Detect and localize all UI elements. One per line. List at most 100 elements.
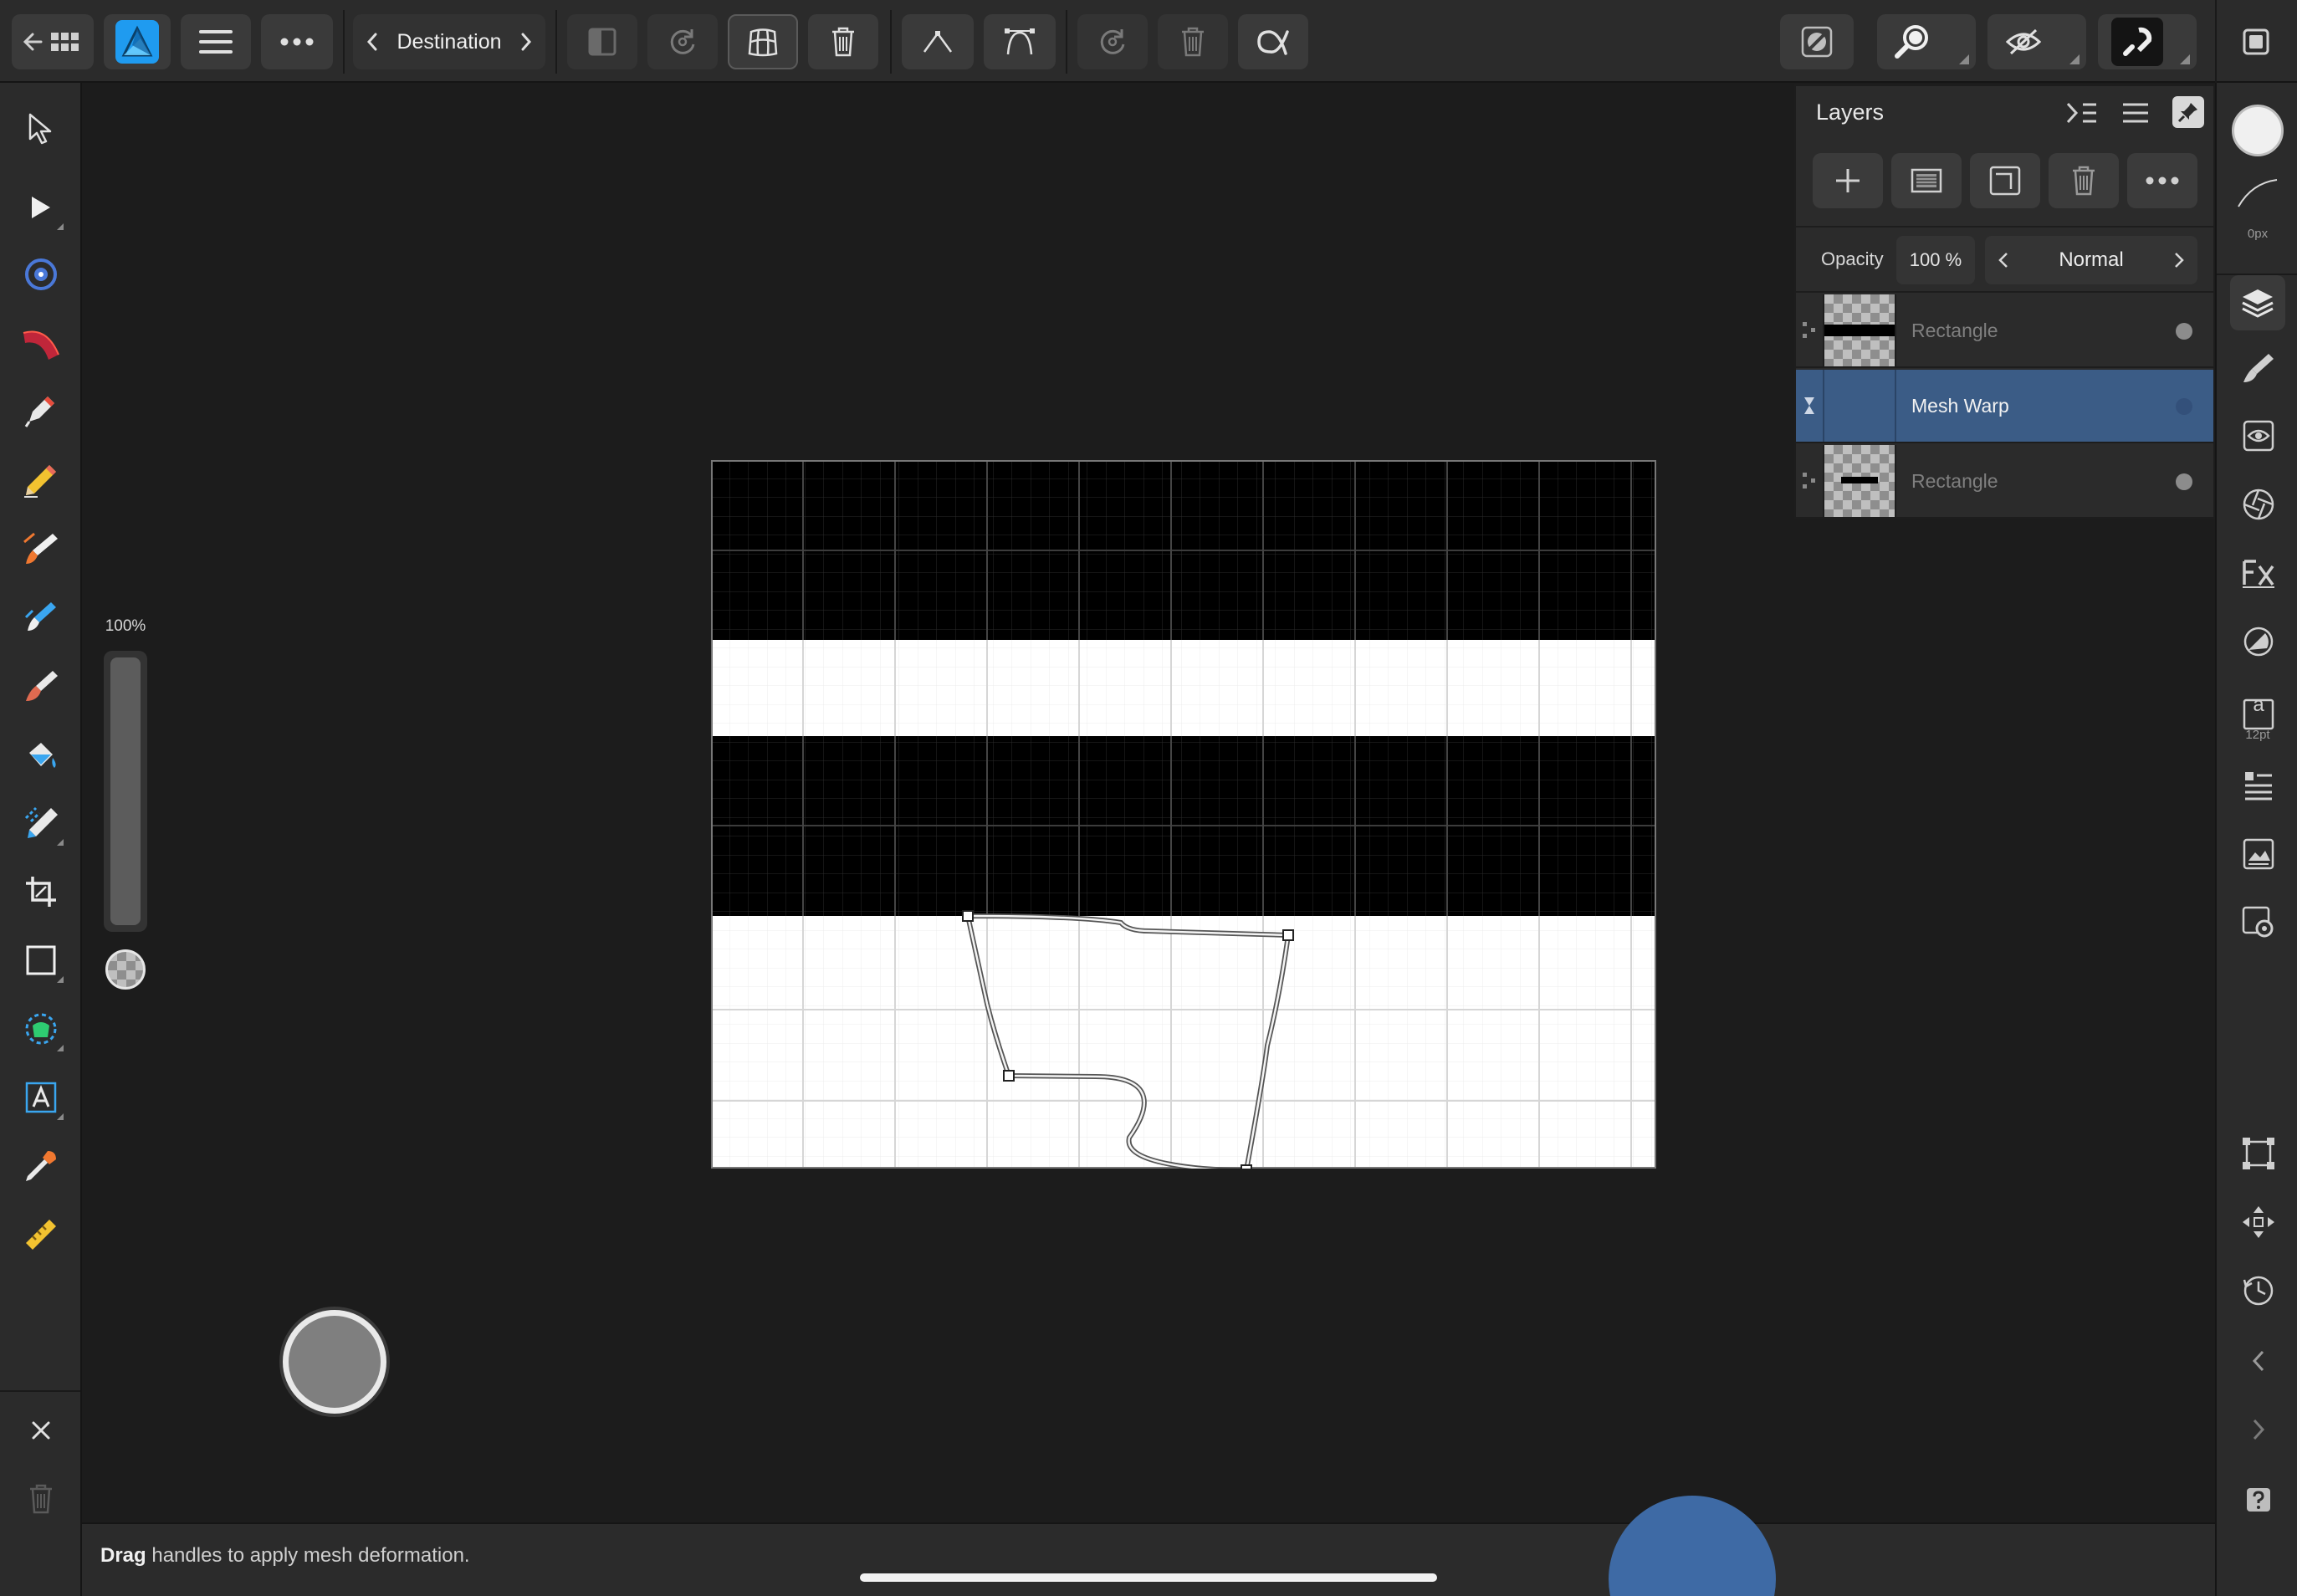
pencil-tool[interactable]: [17, 456, 65, 504]
view-tool[interactable]: [17, 250, 65, 299]
layer-row[interactable]: Rectangle: [1796, 445, 2213, 519]
layer-row[interactable]: Rectangle: [1796, 294, 2213, 368]
color-picker-tool[interactable]: [17, 1142, 65, 1190]
navigator-studio-tab[interactable]: [2235, 831, 2282, 877]
touch-modifier-button[interactable]: [283, 1310, 386, 1414]
layer-visibility-dot[interactable]: [2176, 473, 2192, 490]
tool-flyout-corner: [57, 223, 64, 230]
blend-mode-selector[interactable]: Normal: [1985, 236, 2197, 284]
view-sphere-icon: [25, 258, 57, 290]
effects-studio-tab[interactable]: [2235, 481, 2282, 528]
dropdown-corner: [1959, 54, 1969, 64]
stock-studio-tab[interactable]: [2235, 762, 2282, 809]
panel-menu-button[interactable]: [2119, 98, 2152, 128]
fill-brush-tool[interactable]: [17, 593, 65, 642]
help-button[interactable]: [2235, 1476, 2282, 1523]
delete-node-button[interactable]: [1158, 14, 1228, 69]
stroke-width-icon[interactable]: [2235, 176, 2280, 210]
pen-tool[interactable]: [17, 387, 65, 436]
warp-tool[interactable]: [17, 319, 65, 367]
hamburger-menu-icon: [2123, 103, 2148, 123]
rectangle-tool[interactable]: [17, 936, 65, 985]
history-studio-tab[interactable]: [2235, 1267, 2282, 1314]
collapse-panel-button[interactable]: [2065, 98, 2099, 128]
transparency-swatch[interactable]: [105, 949, 146, 990]
alpha-button[interactable]: [1238, 14, 1308, 69]
styles-circle-icon: [2243, 627, 2274, 657]
transform-studio-tab[interactable]: [2235, 1130, 2282, 1177]
magnifier-icon: [1895, 25, 1928, 59]
hamburger-menu-icon: [199, 30, 233, 54]
crop-icon: [26, 877, 56, 907]
undo-button[interactable]: [2235, 1338, 2282, 1384]
node-tool[interactable]: [17, 183, 65, 232]
crop-tool[interactable]: [17, 867, 65, 916]
flood-fill-tool[interactable]: [17, 730, 65, 779]
delete-mesh-button[interactable]: [808, 14, 878, 69]
quick-mask-button[interactable]: [1780, 14, 1854, 69]
move-studio-tab[interactable]: [2235, 1199, 2282, 1246]
adjustments-studio-tab[interactable]: [2235, 412, 2282, 459]
more-options-button[interactable]: [261, 14, 333, 69]
affinity-photo-logo-button[interactable]: [104, 14, 171, 69]
delete-button[interactable]: [17, 1475, 65, 1523]
back-to-gallery-button[interactable]: [12, 14, 94, 69]
mesh-handle[interactable]: [962, 910, 974, 922]
snapping-button[interactable]: [2098, 14, 2197, 69]
affinity-photo-logo-icon: [115, 20, 159, 64]
vector-brush-icon: [23, 532, 58, 564]
layer-row-selected[interactable]: Mesh Warp: [1796, 370, 2213, 443]
chevron-left-icon: [366, 33, 377, 51]
settings-studio-tab[interactable]: [2235, 899, 2282, 946]
fx-studio-tab[interactable]: [2235, 550, 2282, 596]
move-tool[interactable]: [17, 105, 65, 153]
styles-studio-tab[interactable]: [2235, 618, 2282, 665]
destination-source-toggle[interactable]: Destination: [353, 14, 545, 69]
measure-tool[interactable]: [17, 1210, 65, 1259]
smooth-node-button[interactable]: [984, 14, 1056, 69]
show-source-button[interactable]: [567, 14, 637, 69]
tool-flyout-corner: [57, 839, 64, 846]
sharp-node-button[interactable]: [902, 14, 974, 69]
layer-type-icon: [1803, 322, 1815, 338]
mesh-handle[interactable]: [1282, 929, 1294, 941]
duplicate-layer-button[interactable]: [1970, 153, 2040, 208]
duplicate-icon: [1989, 166, 2021, 196]
assistant-button[interactable]: [1987, 14, 2086, 69]
brushes-studio-tab[interactable]: [2235, 344, 2282, 391]
view-zoom-button[interactable]: [1877, 14, 1976, 69]
trash-icon: [832, 27, 854, 57]
tools-separator: [0, 1390, 80, 1392]
size-slider[interactable]: [104, 651, 147, 932]
document-menu-button[interactable]: [181, 14, 251, 69]
home-indicator[interactable]: [860, 1573, 1437, 1582]
reset-mesh-button[interactable]: [1077, 14, 1148, 69]
artistic-text-tool[interactable]: [17, 1073, 65, 1122]
document-canvas[interactable]: [711, 460, 1656, 1169]
color-swatch[interactable]: [2232, 105, 2284, 156]
paint-brush-tool[interactable]: [17, 662, 65, 710]
fullscreen-button[interactable]: [2230, 14, 2282, 69]
status-hint-bold: Drag: [100, 1544, 146, 1567]
selection-brush-tool[interactable]: [17, 799, 65, 847]
redo-button[interactable]: [2235, 1406, 2282, 1453]
layers-studio-tab[interactable]: [2230, 275, 2285, 330]
cancel-mesh-button[interactable]: [17, 1406, 65, 1455]
tool-flyout-corner: [57, 976, 64, 983]
reset-source-button[interactable]: [647, 14, 718, 69]
delete-layer-button[interactable]: [2049, 153, 2119, 208]
chevron-right-icon: [2175, 253, 2184, 268]
flood-select-tool[interactable]: [17, 1005, 65, 1053]
layer-more-button[interactable]: [2127, 153, 2197, 208]
vector-brush-tool[interactable]: [17, 524, 65, 573]
layer-name: Rectangle: [1911, 320, 1998, 341]
layer-visibility-dot[interactable]: [2176, 398, 2192, 415]
layer-visibility-dot[interactable]: [2176, 323, 2192, 340]
mesh-handle[interactable]: [1241, 1164, 1252, 1169]
opacity-field[interactable]: 100 %: [1896, 236, 1975, 284]
pin-panel-button[interactable]: [2172, 96, 2204, 128]
add-mask-button[interactable]: [1891, 153, 1962, 208]
mesh-grid-button[interactable]: [728, 14, 798, 69]
add-layer-button[interactable]: [1813, 153, 1883, 208]
mesh-handle[interactable]: [1003, 1070, 1015, 1082]
